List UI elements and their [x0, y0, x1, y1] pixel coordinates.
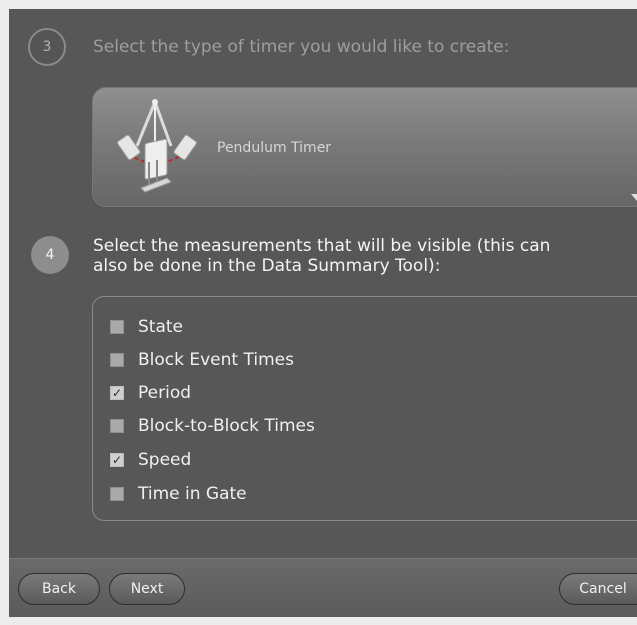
checkbox-period[interactable]: ✓: [110, 386, 124, 400]
back-button[interactable]: Back: [18, 573, 100, 605]
measurement-label: Period: [138, 383, 192, 403]
measurement-label: Block-to-Block Times: [138, 416, 315, 436]
step-3-number: 3: [28, 28, 66, 66]
step-4-instruction-line1: Select the measurements that will be vis…: [93, 236, 551, 256]
checkbox-block-to-block-times[interactable]: [110, 419, 124, 433]
measurement-label: State: [138, 317, 183, 337]
cancel-button[interactable]: Cancel: [559, 573, 637, 605]
measurement-label: Speed: [138, 450, 192, 470]
wizard-footer: Back Next Cancel: [9, 558, 637, 617]
measurement-time-in-gate[interactable]: Time in Gate: [110, 481, 247, 507]
pendulum-timer-icon: [116, 99, 198, 193]
timer-type-select[interactable]: Pendulum Timer: [92, 87, 637, 207]
checkbox-block-event-times[interactable]: [110, 353, 124, 367]
checkbox-speed[interactable]: ✓: [110, 453, 124, 467]
measurement-block-event-times[interactable]: Block Event Times: [110, 347, 294, 373]
step-4-number: 4: [31, 236, 69, 274]
step-4-instruction-line2: also be done in the Data Summary Tool):: [93, 256, 441, 276]
measurements-list: State Block Event Times ✓ Period Block-t…: [92, 296, 637, 521]
timer-type-label: Pendulum Timer: [217, 140, 332, 156]
checkbox-time-in-gate[interactable]: [110, 487, 124, 501]
checkbox-state[interactable]: [110, 320, 124, 334]
measurement-state[interactable]: State: [110, 314, 183, 340]
measurement-speed[interactable]: ✓ Speed: [110, 447, 191, 473]
measurement-block-to-block-times[interactable]: Block-to-Block Times: [110, 413, 315, 439]
measurement-period[interactable]: ✓ Period: [110, 380, 191, 406]
wizard-panel: 3 Select the type of timer you would lik…: [9, 9, 637, 558]
dropdown-arrow-icon: [631, 194, 637, 202]
measurement-label: Block Event Times: [138, 350, 294, 370]
step-3-instruction: Select the type of timer you would like …: [93, 37, 510, 57]
next-button[interactable]: Next: [109, 573, 185, 605]
measurement-label: Time in Gate: [138, 484, 247, 504]
